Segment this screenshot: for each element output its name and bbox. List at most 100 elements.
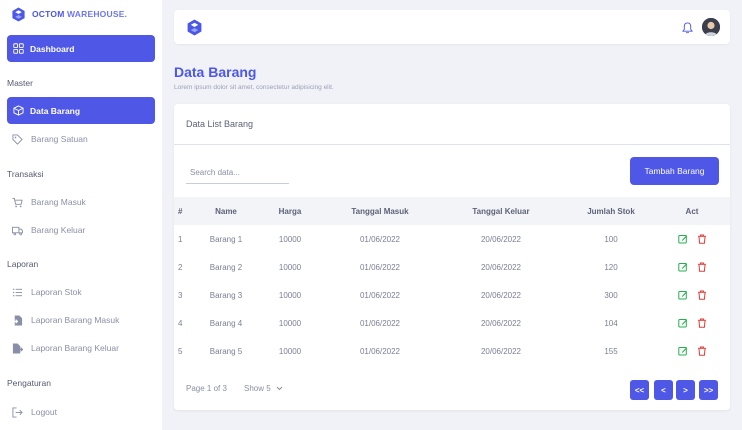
sidebar-item-label: Laporan Barang Masuk: [31, 315, 120, 325]
cell-name: Barang 4: [198, 309, 254, 337]
cube-logo-icon[interactable]: [186, 19, 203, 36]
trash-icon[interactable]: [697, 318, 707, 328]
table-row: 5 Barang 5 10000 01/06/2022 20/06/2022 1…: [174, 337, 730, 365]
list-icon: [12, 288, 23, 296]
sidebar-item-logout[interactable]: Logout: [7, 401, 155, 423]
sidebar-item-laporan-barang-keluar[interactable]: Laporan Barang Keluar: [7, 337, 155, 359]
sidebar: OCTOM WAREHOUSE. Dashboard Master Data B…: [0, 0, 162, 430]
edit-icon[interactable]: [677, 346, 688, 356]
page-info: Page 1 of 3: [186, 384, 227, 393]
sidebar-item-label: Barang Masuk: [31, 197, 86, 207]
cell-actions: [654, 309, 730, 337]
last-page-button[interactable]: >>: [699, 380, 718, 400]
cell-tanggal-keluar: 20/06/2022: [480, 346, 522, 356]
sidebar-item-label: Barang Satuan: [31, 134, 88, 144]
cell-tanggal-masuk: 01/06/2022: [359, 346, 401, 356]
cell-actions: [654, 253, 730, 281]
trash-icon[interactable]: [697, 346, 707, 356]
data-table: # Name Harga Tanggal Masuk Tanggal Kelua…: [174, 197, 730, 365]
bell-icon[interactable]: [682, 22, 693, 34]
column-header: Act: [685, 206, 699, 216]
cell-harga: 10000: [278, 234, 302, 244]
avatar[interactable]: [702, 18, 720, 36]
show-per-page-value: Show 5: [244, 383, 271, 393]
table-row: 1 Barang 1 10000 01/06/2022 20/06/2022 1…: [174, 225, 730, 253]
chevron-down-icon: [276, 386, 283, 390]
sidebar-item-barang-masuk[interactable]: Barang Masuk: [7, 191, 155, 213]
cell-tanggal-masuk: 01/06/2022: [359, 234, 401, 244]
page-subtitle: Lorem ipsum dolor sit amet, consectetur …: [174, 84, 334, 91]
prev-page-button[interactable]: <: [654, 380, 673, 400]
sidebar-item-barang-keluar[interactable]: Barang Keluar: [7, 219, 155, 241]
sidebar-item-label: Laporan Barang Keluar: [31, 343, 119, 353]
section-label-laporan: Laporan: [7, 259, 39, 269]
file-import-icon: [12, 314, 23, 326]
section-label-master: Master: [7, 78, 33, 88]
box-icon: [13, 105, 24, 116]
cell-tanggal-keluar: 20/06/2022: [434, 309, 568, 337]
cell-tanggal-masuk: 01/06/2022: [326, 253, 434, 281]
sidebar-item-label: Logout: [31, 407, 57, 417]
card-header: Data List Barang: [174, 104, 730, 145]
cell-jumlah-stok: 120: [568, 253, 654, 281]
cell-name: Barang 1: [209, 234, 243, 244]
table-row: 2 Barang 2 10000 01/06/2022 20/06/2022 1…: [174, 253, 730, 281]
cell-number: 4: [174, 309, 198, 337]
column-header: Jumlah Stok: [587, 206, 635, 216]
edit-icon[interactable]: [677, 290, 688, 300]
cell-tanggal-keluar: 20/06/2022: [480, 290, 522, 300]
sidebar-item-barang-satuan[interactable]: Barang Satuan: [7, 128, 155, 150]
tag-icon: [12, 133, 23, 145]
brand[interactable]: OCTOM WAREHOUSE.: [11, 6, 127, 22]
column-header: #: [178, 206, 183, 216]
sidebar-item-label: Barang Keluar: [31, 225, 86, 235]
column-header: Tanggal Masuk: [351, 206, 409, 216]
truck-icon: [12, 226, 23, 235]
sidebar-item-label: Dashboard: [30, 43, 75, 54]
sidebar-item-label: Data Barang: [30, 105, 81, 116]
sidebar-item-data-barang[interactable]: Data Barang: [7, 97, 155, 124]
file-export-icon: [12, 342, 23, 354]
search-input[interactable]: [186, 162, 289, 184]
add-barang-button[interactable]: Tambah Barang: [630, 157, 719, 185]
cell-jumlah-stok: 104: [568, 309, 654, 337]
first-page-button[interactable]: <<: [630, 380, 649, 400]
section-label-transaksi: Transaksi: [7, 169, 44, 179]
trash-icon[interactable]: [697, 290, 707, 300]
sidebar-item-laporan-barang-masuk[interactable]: Laporan Barang Masuk: [7, 309, 155, 331]
edit-icon[interactable]: [677, 262, 688, 272]
show-per-page-select[interactable]: Show 5: [244, 380, 294, 396]
sidebar-item-label: Laporan Stok: [31, 287, 82, 297]
cart-icon: [12, 197, 23, 207]
next-page-button[interactable]: >: [676, 380, 695, 400]
sidebar-item-laporan-stok[interactable]: Laporan Stok: [7, 281, 155, 303]
cell-name: Barang 3: [209, 290, 243, 300]
cell-tanggal-masuk: 01/06/2022: [359, 290, 401, 300]
table-row: 3 Barang 3 10000 01/06/2022 20/06/2022 3…: [174, 281, 730, 309]
sidebar-item-dashboard[interactable]: Dashboard: [7, 35, 155, 62]
cell-actions: [654, 225, 730, 253]
trash-icon[interactable]: [697, 234, 707, 244]
table-header-row: # Name Harga Tanggal Masuk Tanggal Kelua…: [174, 197, 730, 225]
cell-jumlah-stok: 300: [604, 290, 618, 300]
column-header: Harga: [278, 206, 302, 216]
cell-tanggal-keluar: 20/06/2022: [480, 234, 522, 244]
cell-number: 2: [174, 253, 198, 281]
cell-name: Barang 2: [198, 253, 254, 281]
cell-harga: 10000: [278, 346, 302, 356]
brand-name: OCTOM WAREHOUSE.: [32, 9, 127, 19]
cell-harga: 10000: [254, 253, 326, 281]
user-avatar-icon: [702, 18, 720, 36]
cell-tanggal-keluar: 20/06/2022: [434, 253, 568, 281]
column-header: Name: [215, 206, 237, 216]
cube-logo-icon: [12, 6, 25, 22]
trash-icon[interactable]: [697, 262, 707, 272]
edit-icon[interactable]: [677, 318, 688, 328]
topbar: [174, 10, 730, 44]
brand-name-part2: WAREHOUSE.: [67, 9, 128, 19]
edit-icon[interactable]: [677, 234, 688, 244]
cell-actions: [654, 281, 730, 309]
table-row: 4 Barang 4 10000 01/06/2022 20/06/2022 1…: [174, 309, 730, 337]
cell-number: 5: [178, 346, 183, 356]
column-header: Tanggal Keluar: [472, 206, 530, 216]
